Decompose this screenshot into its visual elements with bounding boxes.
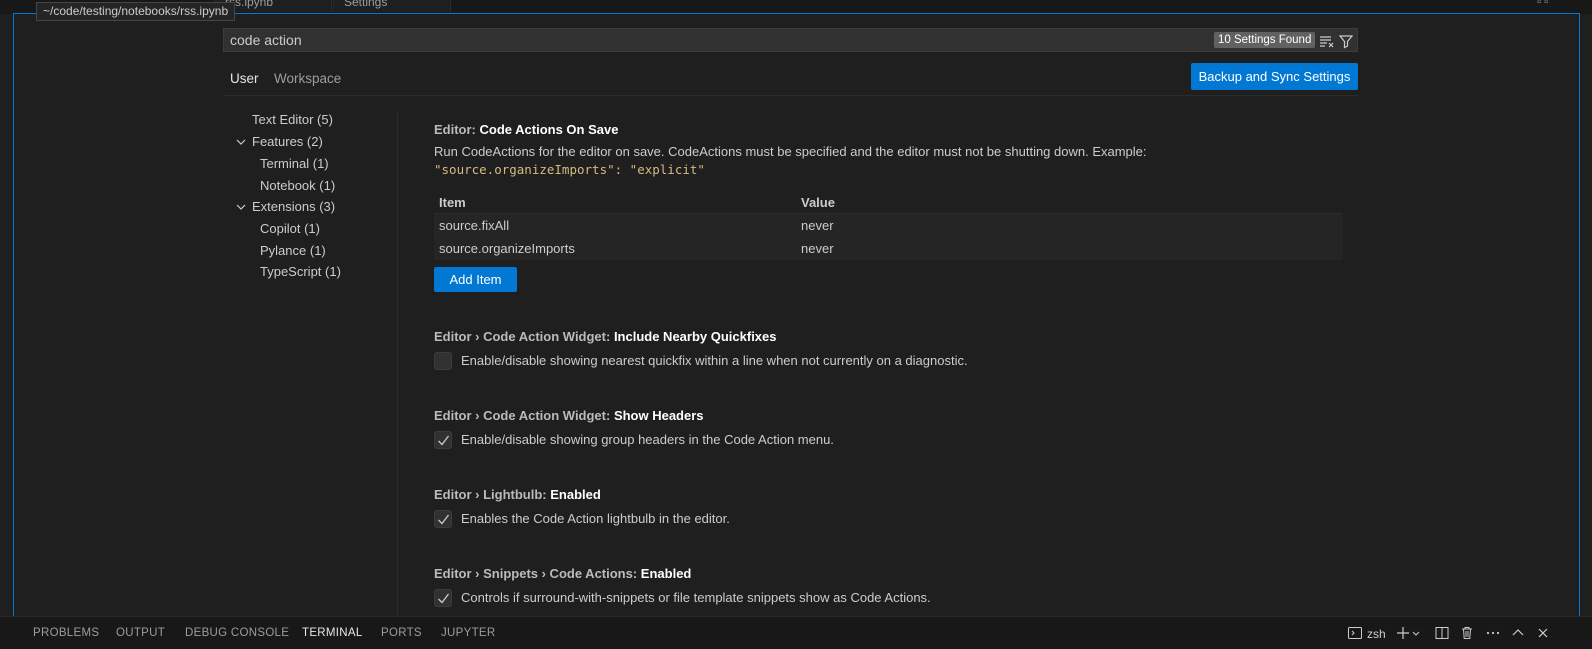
setting-description: Enable/disable showing nearest quickfix … (461, 353, 968, 368)
setting-category: Editor › Code Action Widget: (434, 408, 614, 423)
path-tooltip: ~/code/testing/notebooks/rss.ipynb (36, 2, 236, 21)
toc-label: Extensions (3) (252, 199, 336, 214)
plus-icon[interactable] (1395, 625, 1411, 641)
row-value: never (801, 218, 834, 233)
setting-category: Editor › Lightbulb: (434, 487, 551, 502)
column-header-value: Value (801, 195, 835, 210)
tab-settings[interactable]: Settings (333, 0, 451, 12)
divider (223, 95, 1358, 96)
toc-item-text-editor[interactable]: Text Editor (5) (252, 111, 333, 129)
toc-item-features[interactable]: Features (2) (236, 133, 323, 151)
tab-terminal[interactable]: TERMINAL (302, 627, 363, 639)
toc-item-pylance[interactable]: Pylance (1) (260, 242, 326, 260)
toc-item-notebook[interactable]: Notebook (1) (260, 177, 335, 195)
setting-category: Editor › Code Action Widget: (434, 329, 614, 344)
checkbox[interactable] (434, 510, 452, 528)
setting-show-headers: Editor › Code Action Widget: Show Header… (434, 407, 1344, 450)
checkbox-row: Enables the Code Action lightbulb in the… (434, 509, 1344, 529)
code-example: "source.organizeImports": "explicit" (434, 162, 705, 177)
toc-label: Features (2) (252, 134, 323, 149)
toc-item-copilot[interactable]: Copilot (1) (260, 220, 320, 238)
setting-name: Show Headers (613, 408, 704, 423)
check-icon (438, 593, 450, 604)
more-icon[interactable] (1485, 625, 1501, 641)
chevron-down-icon[interactable] (1411, 625, 1421, 641)
results-count-badge: 10 Settings Found (1214, 32, 1316, 48)
tab-ports[interactable]: PORTS (381, 627, 422, 639)
row-value: never (801, 241, 834, 256)
checkbox-row: Controls if surround-with-snippets or fi… (434, 588, 1344, 608)
table-row[interactable]: source.fixAll never (434, 214, 1343, 237)
chevron-down-icon (236, 139, 246, 145)
setting-title: Editor › Code Action Widget: Include Nea… (434, 328, 1344, 346)
checkbox-row: Enable/disable showing group headers in … (434, 430, 1344, 450)
description-text: Run CodeActions for the editor on save. … (434, 144, 1147, 159)
tab-label: Settings (344, 0, 388, 9)
setting-description: Run CodeActions for the editor on save. … (434, 143, 1344, 179)
toc-item-typescript[interactable]: TypeScript (1) (260, 263, 341, 281)
toc-item-terminal[interactable]: Terminal (1) (260, 155, 329, 173)
split-terminal-icon[interactable] (1434, 625, 1450, 641)
column-header-item: Item (439, 195, 466, 210)
setting-category: Editor: (434, 122, 480, 137)
tab-output[interactable]: OUTPUT (116, 627, 165, 639)
setting-title: Editor › Lightbulb: Enabled (434, 486, 1344, 504)
checkbox[interactable] (434, 431, 452, 449)
backup-sync-button[interactable]: Backup and Sync Settings (1191, 63, 1358, 90)
setting-lightbulb-enabled: Editor › Lightbulb: Enabled Enables the … (434, 486, 1344, 529)
setting-name: Enabled (640, 566, 692, 581)
toc-item-extensions[interactable]: Extensions (3) (236, 198, 336, 216)
search-input[interactable] (230, 29, 1190, 51)
tab-strip: rss.ipynb Settings ▫ ▫ (0, 0, 1592, 14)
setting-description: Enable/disable showing group headers in … (461, 432, 834, 447)
row-item: source.fixAll (439, 218, 510, 233)
clear-filter-icon[interactable] (1318, 33, 1334, 49)
terminal-icon[interactable] (1347, 625, 1363, 641)
setting-title: Editor › Snippets › Code Actions: Enable… (434, 565, 1344, 583)
setting-name: Code Actions On Save (479, 122, 619, 137)
check-icon (438, 514, 450, 525)
setting-snippets-code-actions: Editor › Snippets › Code Actions: Enable… (434, 565, 1344, 608)
tab-user[interactable]: User (223, 70, 266, 96)
chevron-down-icon (236, 204, 246, 210)
check-icon (438, 435, 450, 446)
setting-title: Editor › Code Action Widget: Show Header… (434, 407, 1344, 425)
panel-bar: PROBLEMS OUTPUT DEBUG CONSOLE TERMINAL P… (0, 616, 1592, 649)
row-item: source.organizeImports (439, 241, 575, 256)
setting-code-actions-on-save: Editor: Code Actions On Save Run CodeAct… (434, 121, 1344, 179)
tab-workspace[interactable]: Workspace (274, 70, 341, 96)
setting-name: Include Nearby Quickfixes (613, 329, 777, 344)
setting-include-nearby-quickfixes: Editor › Code Action Widget: Include Nea… (434, 328, 1344, 371)
code-actions-table: Item Value source.fixAll never source.or… (434, 191, 1343, 260)
setting-description: Enables the Code Action lightbulb in the… (461, 511, 730, 526)
split-editor-icon[interactable]: ▫ ▫ (1537, 0, 1548, 8)
setting-category: Editor › Snippets › Code Actions: (434, 566, 641, 581)
settings-editor: 10 Settings Found User Workspace Backup … (13, 13, 1580, 620)
close-icon[interactable] (1535, 625, 1551, 641)
checkbox[interactable] (434, 589, 452, 607)
tab-jupyter[interactable]: JUPYTER (441, 627, 496, 639)
trash-icon[interactable] (1459, 625, 1475, 641)
maximize-panel-icon[interactable] (1510, 625, 1526, 641)
checkbox-row: Enable/disable showing nearest quickfix … (434, 351, 1344, 371)
setting-name: Enabled (550, 487, 601, 502)
setting-title: Editor: Code Actions On Save (434, 121, 1344, 139)
add-item-button[interactable]: Add Item (434, 267, 517, 292)
toc-divider (397, 110, 398, 620)
tab-debug-console[interactable]: DEBUG CONSOLE (185, 627, 289, 639)
shell-name[interactable]: zsh (1367, 627, 1386, 641)
table-row[interactable]: source.organizeImports never (434, 237, 1343, 260)
settings-search-box: 10 Settings Found (223, 28, 1358, 52)
table-header: Item Value (434, 191, 1343, 214)
tab-problems[interactable]: PROBLEMS (33, 627, 99, 639)
setting-description: Controls if surround-with-snippets or fi… (461, 590, 931, 605)
filter-icon[interactable] (1338, 33, 1354, 49)
checkbox[interactable] (434, 352, 452, 370)
